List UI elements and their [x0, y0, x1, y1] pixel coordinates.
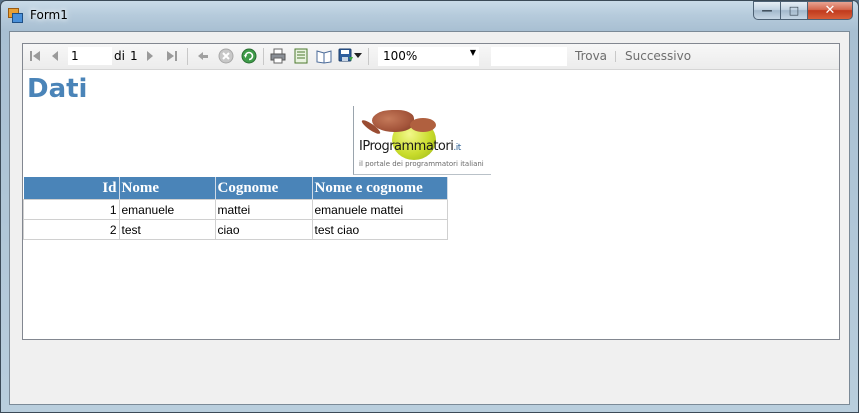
toolbar-separator — [615, 51, 616, 62]
page-of-label: di — [114, 49, 125, 63]
next-page-icon[interactable] — [142, 48, 158, 64]
table-row: 1 emanuele mattei emanuele mattei — [23, 199, 448, 220]
cell-nome-e-cognome: test ciao — [311, 219, 448, 240]
cell-id: 2 — [23, 219, 120, 240]
table-header-row: Id Nome Cognome Nome e cognome — [23, 177, 448, 200]
stop-icon[interactable] — [218, 48, 234, 64]
close-icon: ✕ — [824, 3, 836, 18]
find-button[interactable]: Trova — [575, 49, 607, 63]
window-title: Form1 — [30, 8, 68, 22]
logo-brand: IProgrammatori.it — [359, 139, 461, 154]
column-header-id: Id — [23, 177, 120, 200]
title-bar[interactable]: Form1 — □ ✕ — [1, 1, 858, 31]
zoom-value: 100% — [383, 49, 418, 63]
cell-id: 1 — [23, 199, 120, 220]
minimize-button[interactable]: — — [753, 1, 780, 20]
application-window: Form1 — □ ✕ di — [0, 0, 859, 413]
form-client-area: di 1 — [9, 31, 850, 405]
find-next-button[interactable]: Successivo — [625, 49, 691, 63]
export-dropdown-icon[interactable] — [353, 48, 363, 64]
print-layout-icon[interactable] — [293, 48, 309, 64]
column-header-nome-e-cognome: Nome e cognome — [312, 177, 448, 200]
column-header-cognome: Cognome — [215, 177, 313, 200]
cell-nome: emanuele — [118, 199, 216, 220]
current-page-input[interactable] — [68, 47, 112, 65]
export-icon[interactable] — [338, 48, 354, 64]
logo-lizard-head — [410, 118, 436, 132]
application-icon[interactable] — [8, 8, 23, 23]
caption-buttons: — □ ✕ — [753, 1, 853, 21]
last-page-icon[interactable] — [164, 48, 180, 64]
report-viewer: di 1 — [22, 43, 840, 340]
print-icon[interactable] — [270, 48, 286, 64]
minimize-icon: — — [761, 4, 773, 17]
cell-nome: test — [118, 219, 216, 240]
cell-cognome: ciao — [214, 219, 313, 240]
previous-page-icon[interactable] — [47, 48, 63, 64]
data-table: Id Nome Cognome Nome e cognome 1 emanuel… — [23, 177, 448, 240]
total-pages: 1 — [130, 49, 138, 63]
maximize-icon: □ — [788, 4, 800, 17]
refresh-icon[interactable] — [241, 48, 257, 64]
report-title: Dati — [27, 74, 88, 104]
table-row: 2 test ciao test ciao — [23, 219, 448, 240]
find-input[interactable] — [491, 47, 567, 66]
maximize-button[interactable]: □ — [780, 1, 807, 20]
logo-lizard-graphic — [372, 110, 414, 132]
close-button[interactable]: ✕ — [807, 1, 853, 20]
cell-cognome: mattei — [214, 199, 313, 220]
toolbar-separator — [187, 48, 188, 65]
toolbar-separator — [263, 48, 264, 65]
zoom-select[interactable]: 100% ▼ — [378, 47, 479, 66]
programmatori-logo: IProgrammatori.it il portale dei program… — [353, 106, 491, 175]
cell-nome-e-cognome: emanuele mattei — [311, 199, 448, 220]
column-header-nome: Nome — [119, 177, 216, 200]
chevron-down-icon: ▼ — [469, 48, 476, 57]
first-page-icon[interactable] — [27, 48, 43, 64]
report-toolbar: di 1 — [23, 44, 839, 70]
back-icon[interactable] — [195, 48, 211, 64]
page-setup-icon[interactable] — [316, 48, 332, 64]
toolbar-separator — [368, 48, 369, 65]
logo-tagline: il portale dei programmatori italiani — [359, 160, 484, 168]
